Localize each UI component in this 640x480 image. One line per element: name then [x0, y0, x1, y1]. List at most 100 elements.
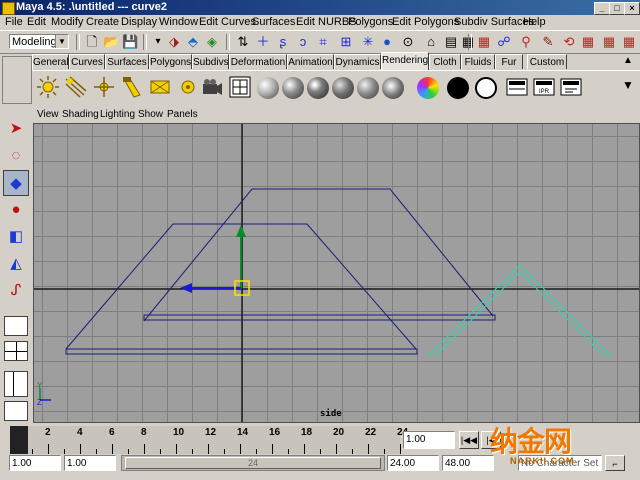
- tab-general[interactable]: General: [32, 54, 69, 69]
- snap-lock-icon[interactable]: ⇅: [235, 34, 251, 50]
- snap-to-grid-icon[interactable]: ＋: [255, 34, 271, 50]
- phong-ball-icon[interactable]: [307, 77, 329, 99]
- panel-menu-panels[interactable]: Panels: [167, 109, 198, 120]
- ipr-render-icon[interactable]: IPR: [532, 75, 556, 99]
- blinn-ball-icon[interactable]: [282, 77, 304, 99]
- select-tool-icon[interactable]: ➤: [3, 116, 29, 142]
- ramp-shader-icon[interactable]: [417, 77, 439, 99]
- area-light-icon[interactable]: [148, 75, 172, 99]
- side-viewport[interactable]: Y Z: [33, 123, 640, 423]
- outliner-icon[interactable]: ▦: [601, 34, 617, 50]
- menu-surfaces[interactable]: Surfaces: [252, 16, 295, 28]
- history-icon[interactable]: ✳: [360, 34, 376, 50]
- show-manipulator-icon[interactable]: ◭: [3, 251, 29, 277]
- camera-icon[interactable]: [200, 75, 224, 99]
- ambient-light-icon[interactable]: [36, 75, 60, 99]
- range-slider[interactable]: 24: [121, 455, 385, 471]
- panel-menu-lighting[interactable]: Lighting: [100, 109, 135, 120]
- move-manip-y-arrow[interactable]: [236, 225, 246, 237]
- save-scene-icon[interactable]: 💾: [122, 34, 138, 50]
- render-current-frame-icon[interactable]: ⊙: [400, 34, 416, 50]
- close-button[interactable]: ×: [624, 2, 640, 15]
- point-light-icon[interactable]: [92, 75, 116, 99]
- minimize-button[interactable]: _: [594, 2, 610, 15]
- tab-fluids[interactable]: Fluids: [461, 54, 495, 69]
- make-live-icon[interactable]: ⊞: [338, 34, 354, 50]
- tab-deformation[interactable]: Deformation: [229, 54, 287, 69]
- panel-menu-view[interactable]: View: [37, 109, 59, 120]
- graph-layout-icon[interactable]: [4, 401, 28, 421]
- hypershade-icon[interactable]: [228, 75, 252, 99]
- collapse-arrow-icon[interactable]: ▾: [150, 34, 166, 50]
- selected-curve2[interactable]: [426, 264, 613, 358]
- select-by-hierarchy-icon[interactable]: ⬗: [166, 34, 182, 50]
- open-scene-icon[interactable]: 📂: [103, 34, 119, 50]
- curve-base-large[interactable]: [143, 314, 496, 321]
- use-background-icon[interactable]: [475, 77, 497, 99]
- channel-box-icon[interactable]: ▦: [476, 34, 492, 50]
- phonge-ball-icon[interactable]: [332, 77, 354, 99]
- snap-to-point-icon[interactable]: ↄ: [295, 34, 311, 50]
- menu-display[interactable]: Display: [121, 16, 157, 28]
- anisotropic-ball-icon[interactable]: [357, 77, 379, 99]
- menu-edit-polygons[interactable]: Edit Polygons: [392, 16, 459, 28]
- menu-create[interactable]: Create: [86, 16, 119, 28]
- tab-cloth[interactable]: Cloth: [429, 54, 461, 69]
- maximize-button[interactable]: □: [609, 2, 625, 15]
- menu-polygons[interactable]: Polygons: [348, 16, 393, 28]
- rotate-tool-icon[interactable]: ●: [3, 197, 29, 223]
- scale-tool-icon[interactable]: ◧: [3, 224, 29, 250]
- lambert-ball-icon[interactable]: [257, 77, 279, 99]
- spot-light-icon[interactable]: [120, 75, 144, 99]
- graph-editor-icon[interactable]: ▦: [621, 34, 637, 50]
- shelf-scroll-up-icon[interactable]: ▲: [620, 53, 636, 69]
- render-globals-icon[interactable]: ▤: [443, 34, 459, 50]
- directional-light-icon[interactable]: [64, 75, 88, 99]
- tab-animation[interactable]: Animation: [287, 54, 334, 69]
- tab-dynamics[interactable]: Dynamics: [334, 54, 381, 69]
- ipr-render-icon[interactable]: ⌂: [423, 34, 439, 50]
- tab-fur[interactable]: Fur: [495, 54, 523, 69]
- layer-editor-icon[interactable]: ⟲: [561, 34, 577, 50]
- four-pane-layout-icon[interactable]: [4, 341, 28, 361]
- construction-history-icon[interactable]: ●: [379, 34, 395, 50]
- tab-custom[interactable]: Custom: [527, 54, 567, 69]
- range-end-inner-field[interactable]: 24.00: [387, 455, 439, 471]
- shelf-menu-control[interactable]: [2, 56, 32, 104]
- select-by-component-icon[interactable]: ◈: [204, 34, 220, 50]
- tab-surfaces[interactable]: Surfaces: [105, 54, 149, 69]
- select-by-object-type-icon[interactable]: ⬘: [185, 34, 201, 50]
- curve-trapezoid-large[interactable]: [143, 188, 494, 322]
- menu-help[interactable]: Help: [523, 16, 546, 28]
- tool-settings-icon[interactable]: ✎: [540, 34, 556, 50]
- go-to-start-button[interactable]: |◀◀: [459, 431, 479, 449]
- new-scene-icon[interactable]: 🗋: [84, 34, 100, 50]
- render-icon[interactable]: [505, 75, 529, 99]
- paint-attribute-icon[interactable]: ☍: [496, 34, 512, 50]
- shelf-options-icon[interactable]: ▼: [620, 77, 636, 93]
- lasso-tool-icon[interactable]: ◌: [3, 143, 29, 169]
- layered-shader-ball-icon[interactable]: [382, 77, 404, 99]
- surface-shader-black-icon[interactable]: [447, 77, 469, 99]
- move-manip-z-arrow[interactable]: [180, 283, 192, 293]
- range-end-field[interactable]: 48.00: [442, 455, 494, 471]
- tab-polygons[interactable]: Polygons: [149, 54, 192, 69]
- auto-key-button[interactable]: ⌐: [605, 455, 625, 471]
- range-start-field[interactable]: 1.00: [9, 455, 61, 471]
- current-time-field[interactable]: 1.00: [403, 431, 455, 449]
- range-slider-knob[interactable]: 24: [125, 457, 381, 469]
- menu-edit[interactable]: Edit: [27, 16, 46, 28]
- range-start-inner-field[interactable]: 1.00: [64, 455, 116, 471]
- menu-window[interactable]: Window: [159, 16, 198, 28]
- attribute-editor-icon[interactable]: ⚲: [518, 34, 534, 50]
- snap-to-curve-icon[interactable]: ʂ: [275, 34, 291, 50]
- move-tool-icon[interactable]: ◆: [3, 170, 29, 196]
- tab-subdivs[interactable]: Subdivs: [192, 54, 229, 69]
- outliner-layout-icon[interactable]: [4, 371, 28, 397]
- menu-edit-curves[interactable]: Edit Curves: [199, 16, 256, 28]
- hide-ui-icon[interactable]: ▦: [580, 34, 596, 50]
- time-slider[interactable]: 24681012141618202224: [10, 426, 408, 454]
- single-pane-layout-icon[interactable]: [4, 316, 28, 336]
- panel-menu-shading[interactable]: Shading: [62, 109, 99, 120]
- snap-to-view-plane-icon[interactable]: ⌗: [315, 34, 331, 50]
